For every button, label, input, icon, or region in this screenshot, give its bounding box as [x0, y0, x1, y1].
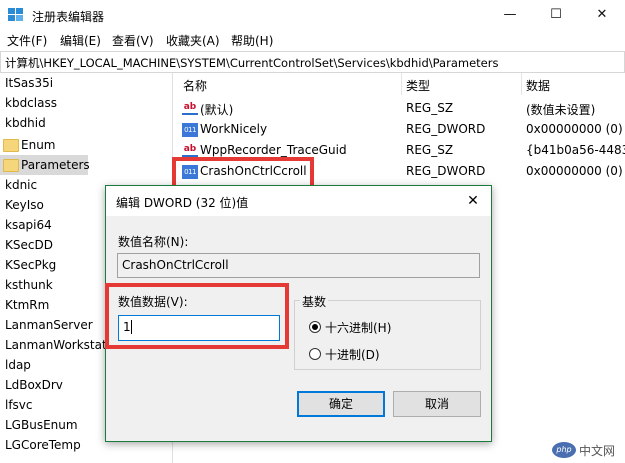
tree-item-label: LanmanWorkstati: [5, 338, 111, 352]
tree-item-label: LGBusEnum: [5, 418, 78, 432]
tree-item-label: KSecDD: [5, 238, 53, 252]
address-path[interactable]: 计算机\HKEY_LOCAL_MACHINE\SYSTEM\CurrentCon…: [5, 55, 498, 71]
tree-item-label: KtmRm: [5, 298, 50, 312]
value-data-text[interactable]: 1: [123, 320, 131, 334]
window-title: 注册表编辑器: [32, 10, 105, 24]
menu-bar: 文件(F) 编辑(E) 查看(V) 收藏夹(A) 帮助(H): [0, 30, 625, 50]
value-data-input[interactable]: 1: [118, 315, 280, 341]
value-type: REG_DWORD: [406, 164, 486, 178]
column-header-data[interactable]: 数据: [526, 77, 550, 94]
column-separator[interactable]: [401, 73, 402, 95]
watermark: php 中文网: [548, 437, 625, 463]
dialog-title-bar: 编辑 DWORD (32 位)值 ✕: [106, 186, 491, 216]
value-row-crash-on-ctrl-scroll[interactable]: 011 CrashOnCtrlCcroll REG_DWORD 0x000000…: [175, 162, 625, 182]
text-caret: [131, 320, 132, 334]
menu-favorites[interactable]: 收藏夹(A): [166, 32, 220, 49]
dialog-close-icon[interactable]: ✕: [462, 191, 484, 211]
tree-item-label: Enum: [21, 138, 56, 152]
menu-view[interactable]: 查看(V): [112, 32, 154, 49]
base-label: 基数: [300, 293, 329, 310]
tree-item-label: ItSas35i: [5, 76, 54, 90]
tree-item-label: ksthunk: [5, 278, 53, 292]
value-type: REG_SZ: [406, 101, 454, 115]
value-name: WppRecorder_TraceGuid: [200, 143, 347, 157]
value-data: {b41b0a56-4483: [526, 143, 625, 157]
dialog-title: 编辑 DWORD (32 位)值: [116, 196, 249, 210]
value-data-label: 数值数据(V):: [118, 295, 188, 309]
edit-dword-dialog: 编辑 DWORD (32 位)值 ✕ 数值名称(N): CrashOnCtrlC…: [105, 185, 492, 442]
value-type: REG_SZ: [406, 143, 454, 157]
binary-value-icon: 011: [182, 165, 198, 179]
radio-decimal-label[interactable]: 十进制(D): [325, 346, 380, 363]
tree-item-label: Parameters: [21, 158, 90, 172]
radio-hex-label[interactable]: 十六进制(H): [325, 319, 391, 336]
folder-icon: [3, 159, 19, 172]
cancel-button[interactable]: 取消: [393, 391, 481, 417]
regedit-app-icon: [8, 8, 23, 21]
string-value-icon: ab: [182, 102, 198, 115]
value-data: 0x00000000 (0): [526, 122, 623, 136]
close-button[interactable]: ✕: [579, 0, 625, 30]
value-data: 0x00000000 (0): [526, 164, 623, 178]
value-name-label: 数值名称(N):: [118, 235, 189, 249]
radio-hex[interactable]: [309, 321, 321, 333]
menu-file[interactable]: 文件(F): [7, 32, 47, 49]
tree-item-label: KeyIso: [5, 198, 44, 212]
column-header-name[interactable]: 名称: [183, 77, 207, 94]
value-type: REG_DWORD: [406, 122, 486, 136]
value-name-field: CrashOnCtrlCcroll: [117, 253, 480, 278]
tree-item-label: kbdhid: [5, 116, 46, 130]
title-bar: 注册表编辑器 — ☐ ✕: [0, 0, 625, 30]
menu-help[interactable]: 帮助(H): [231, 32, 273, 49]
value-row[interactable]: ab WppRecorder_TraceGuid REG_SZ {b41b0a5…: [175, 141, 625, 161]
value-data: (数值未设置): [526, 103, 596, 117]
minimize-button[interactable]: —: [487, 0, 533, 30]
php-logo-icon: php: [552, 442, 576, 458]
tree-item-label: kbdclass: [5, 96, 57, 110]
menu-edit[interactable]: 编辑(E): [60, 32, 101, 49]
binary-value-icon: 011: [182, 123, 198, 137]
value-name: CrashOnCtrlCcroll: [200, 164, 307, 178]
column-separator[interactable]: [521, 73, 522, 95]
value-row[interactable]: ab (默认) REG_SZ (数值未设置): [175, 99, 625, 119]
value-name-text: CrashOnCtrlCcroll: [122, 258, 229, 272]
tree-item-label: LanmanServer: [5, 318, 93, 332]
folder-icon: [3, 139, 19, 152]
tree-item-parameters[interactable]: Parameters: [0, 155, 90, 175]
tree-item-label: LGCoreTemp: [5, 438, 81, 452]
tree-item-label: ksapi64: [5, 218, 52, 232]
tree-item-label: kdnic: [5, 178, 38, 192]
value-name: WorkNicely: [200, 122, 268, 136]
address-bar[interactable]: 计算机\HKEY_LOCAL_MACHINE\SYSTEM\CurrentCon…: [0, 51, 625, 73]
tree-item-label: ldap: [5, 358, 31, 372]
value-name: (默认): [200, 103, 234, 117]
tree-item-label: KSecPkg: [5, 258, 57, 272]
radio-decimal[interactable]: [309, 348, 321, 360]
tree-item-label: LdBoxDrv: [5, 378, 63, 392]
value-row[interactable]: 011 WorkNicely REG_DWORD 0x00000000 (0): [175, 120, 625, 140]
radio-selected-dot: [312, 324, 318, 330]
watermark-text: 中文网: [579, 444, 616, 458]
string-value-icon: ab: [182, 144, 198, 157]
ok-button[interactable]: 确定: [297, 391, 385, 417]
tree-item-label: lfsvc: [5, 398, 33, 412]
column-header-type[interactable]: 类型: [406, 77, 430, 94]
maximize-button[interactable]: ☐: [533, 0, 579, 30]
